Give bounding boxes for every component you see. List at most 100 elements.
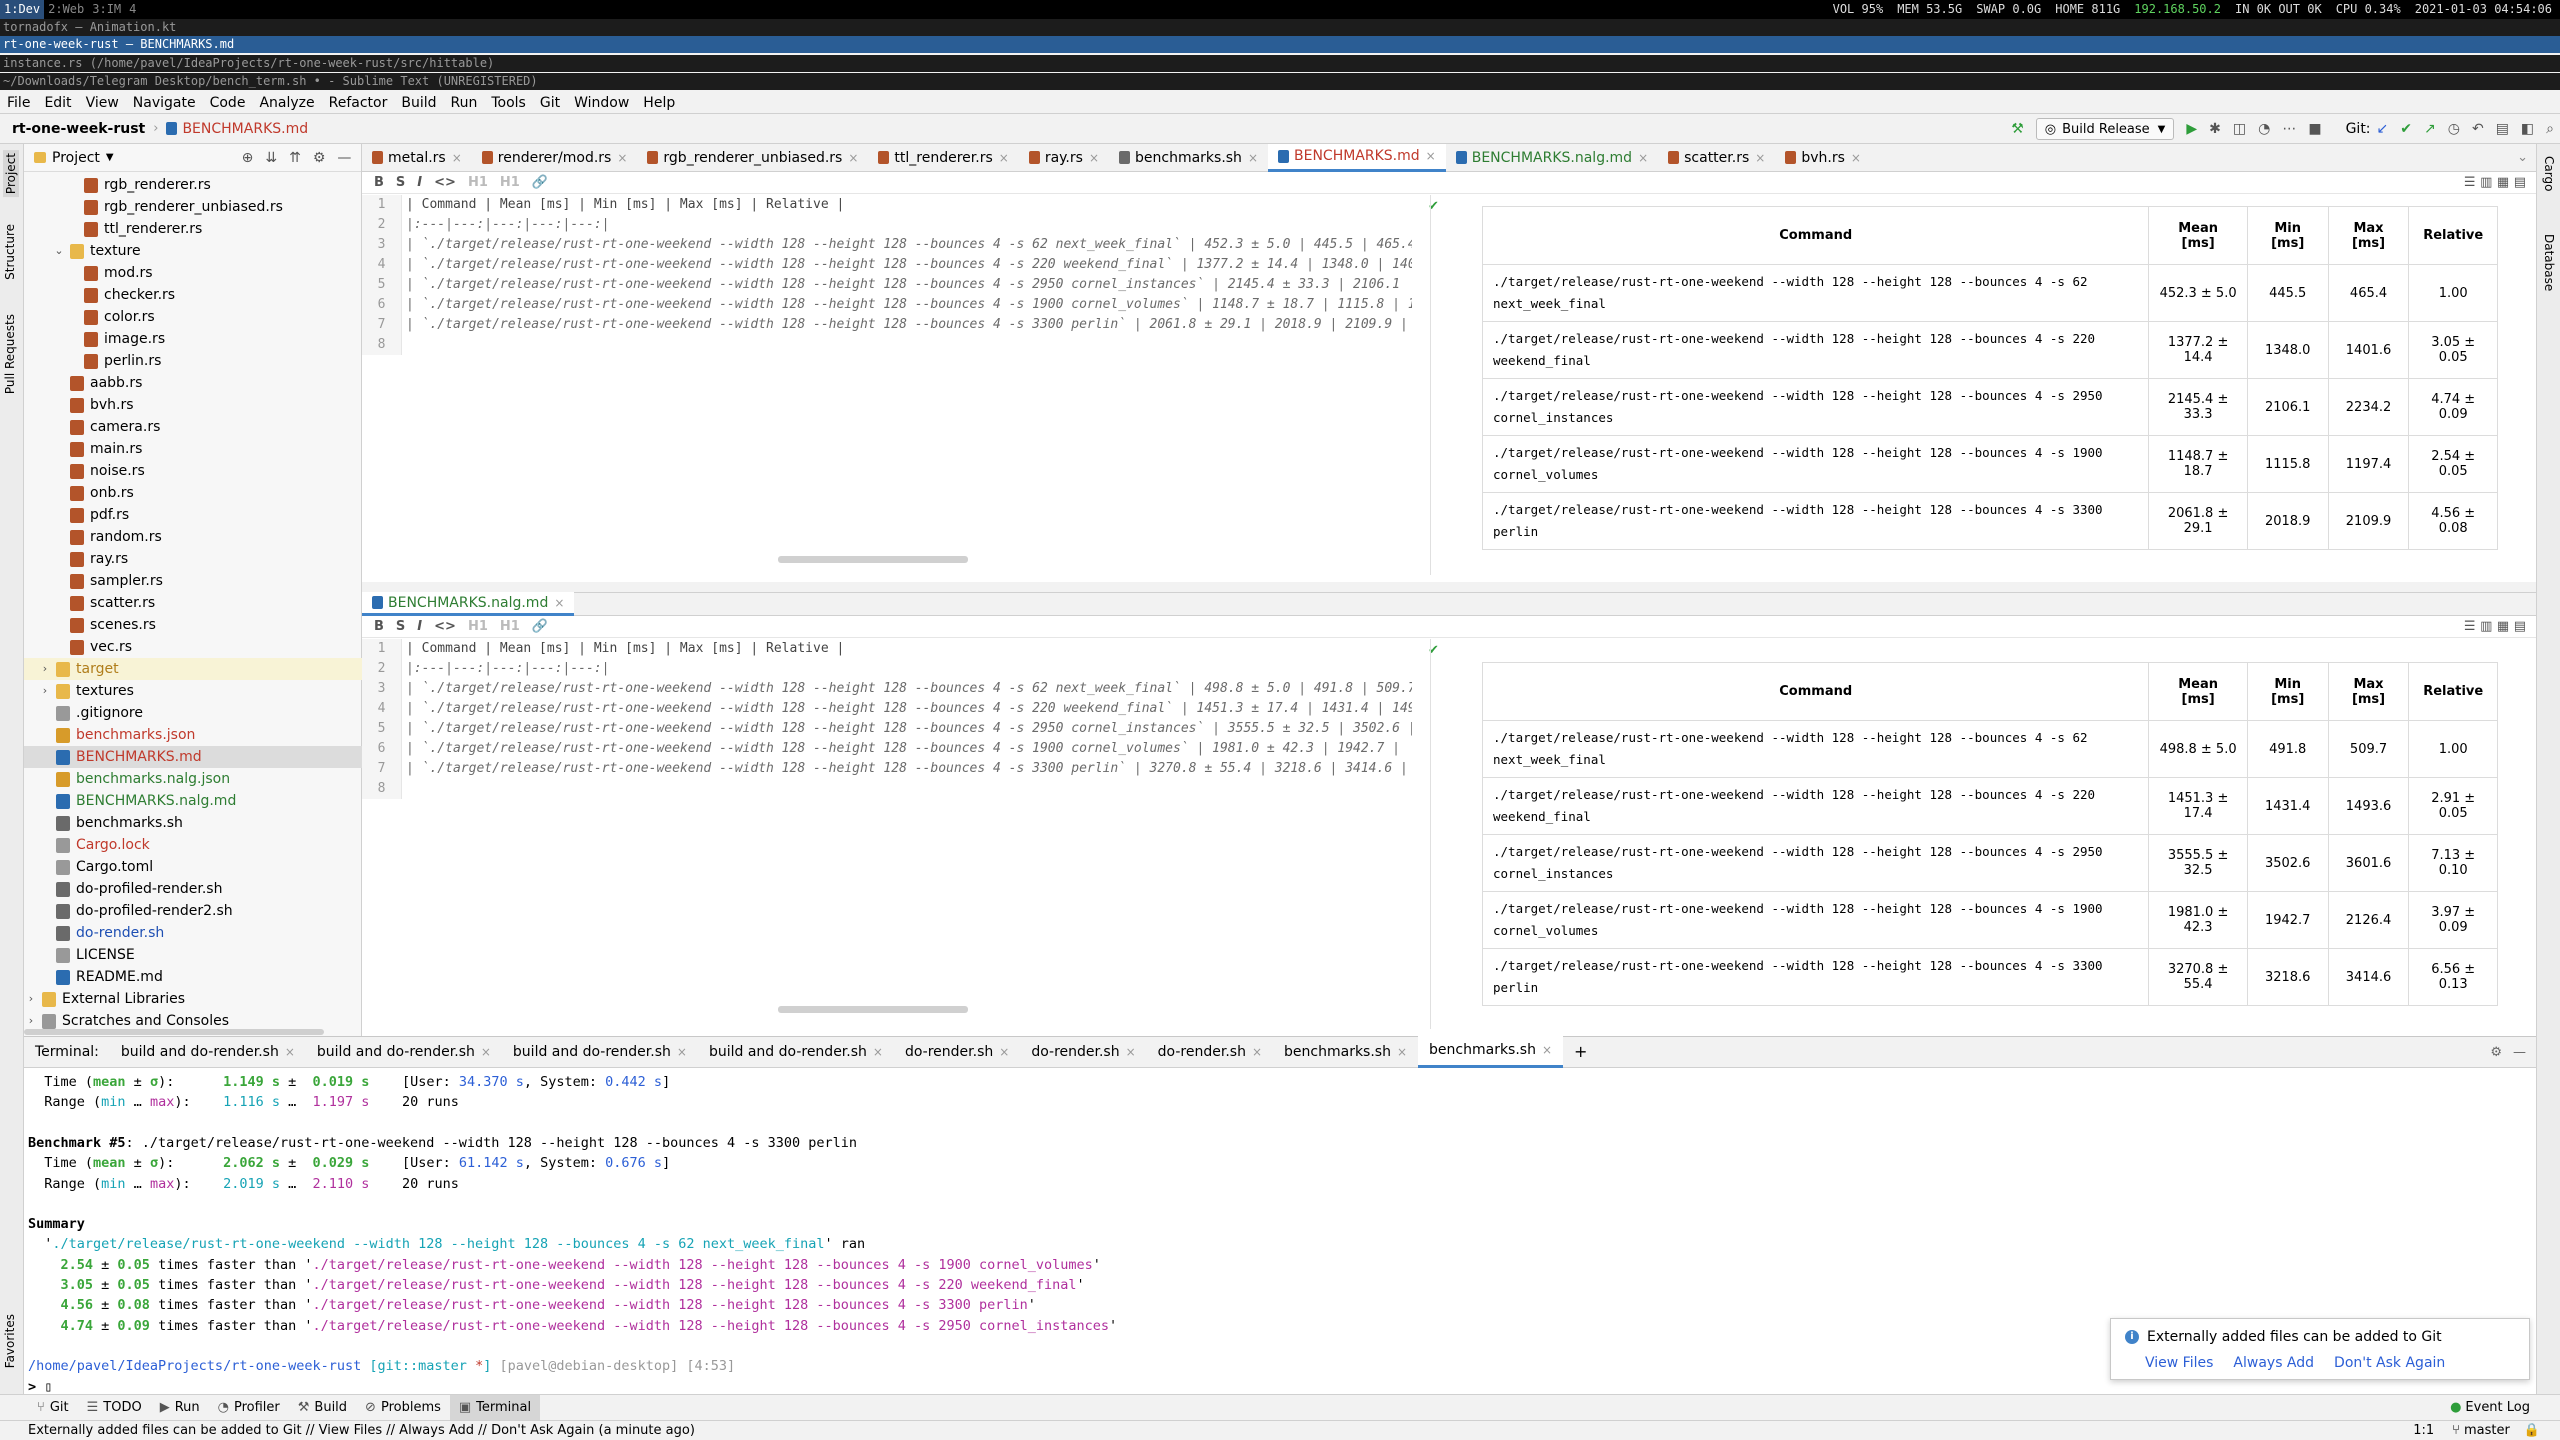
tree-item[interactable]: .gitignore (24, 702, 362, 724)
close-icon[interactable]: × (481, 1045, 491, 1059)
close-icon[interactable]: × (1542, 1043, 1552, 1057)
bold-button[interactable]: B (374, 175, 384, 190)
editor1-horizontal-scrollbar[interactable] (778, 556, 968, 563)
heading-decrease-button[interactable]: H1 (500, 175, 520, 190)
terminal-tab[interactable]: do-render.sh × (894, 1036, 1020, 1068)
close-icon[interactable]: × (285, 1045, 295, 1059)
editor-tab[interactable]: renderer/mod.rs × (472, 144, 638, 172)
tool-window-profiler[interactable]: ◔ Profiler (209, 1395, 289, 1421)
breadcrumb-file[interactable]: BENCHMARKS.md (182, 121, 308, 137)
hide-icon[interactable]: — (337, 150, 351, 166)
bold-button[interactable]: B (374, 619, 384, 634)
git-branch[interactable]: master (2464, 1421, 2510, 1440)
run-icon[interactable]: ▶ (2186, 121, 2197, 137)
lock-icon[interactable]: 🔒 (2524, 1421, 2540, 1440)
close-icon[interactable]: × (1089, 144, 1099, 172)
tree-item[interactable]: rgb_renderer.rs (24, 174, 362, 196)
heading-increase-button[interactable]: H1 (468, 175, 488, 190)
tree-item[interactable]: README.md (24, 966, 362, 988)
event-log-button[interactable]: Event Log (2465, 1400, 2530, 1415)
tool-window-todo[interactable]: ☰ TODO (78, 1395, 151, 1421)
run-config-select[interactable]: ◎ Build Release ▼ (2035, 118, 2175, 140)
debug-icon[interactable]: ✱ (2209, 121, 2221, 137)
tool-tab-project[interactable]: Project (3, 150, 19, 198)
link-button[interactable]: 🔗 (532, 619, 548, 634)
terminal-tab[interactable]: build and do-render.sh × (306, 1036, 502, 1068)
menu-build[interactable]: Build (394, 92, 443, 114)
close-icon[interactable]: × (873, 1045, 883, 1059)
tree-item[interactable]: main.rs (24, 438, 362, 460)
menu-help[interactable]: Help (636, 92, 682, 114)
close-icon[interactable]: × (1638, 144, 1648, 172)
terminal-tab[interactable]: benchmarks.sh × (1273, 1036, 1418, 1068)
tree-item[interactable]: benchmarks.nalg.json (24, 768, 362, 790)
editor-tab[interactable]: BENCHMARKS.md × (1268, 143, 1446, 172)
editor-tab[interactable]: bvh.rs × (1775, 144, 1871, 172)
git-push-icon[interactable]: ↗ (2424, 121, 2436, 137)
dont-ask-again-link[interactable]: Don't Ask Again (2334, 1355, 2445, 1371)
menu-analyze[interactable]: Analyze (252, 92, 321, 114)
tree-arrow-icon[interactable]: ⌄ (52, 240, 66, 262)
tree-arrow-icon[interactable]: › (38, 658, 52, 680)
terminal-tab[interactable]: do-render.sh × (1020, 1036, 1146, 1068)
menu-code[interactable]: Code (203, 92, 253, 114)
tree-item[interactable]: bvh.rs (24, 394, 362, 416)
close-icon[interactable]: × (554, 591, 564, 615)
split-divider[interactable] (1430, 639, 1431, 1029)
editor-tab[interactable]: rgb_renderer_unbiased.rs × (637, 144, 868, 172)
gear-icon[interactable]: ⚙ (313, 150, 326, 166)
tree-item[interactable]: onb.rs (24, 482, 362, 504)
cursor-position[interactable]: 1:1 (2413, 1421, 2434, 1440)
tree-item[interactable]: benchmarks.json (24, 724, 362, 746)
tree-item[interactable]: Cargo.toml (24, 856, 362, 878)
close-icon[interactable]: × (677, 1045, 687, 1059)
tool-window-git[interactable]: ⑂ Git (28, 1395, 78, 1421)
terminal-tab[interactable]: build and do-render.sh × (698, 1036, 894, 1068)
italic-button[interactable]: I (417, 175, 422, 190)
code-button[interactable]: <> (434, 619, 456, 634)
tool-window-run[interactable]: ▶ Run (151, 1395, 209, 1421)
tree-item[interactable]: do-profiled-render.sh (24, 878, 362, 900)
tree-item[interactable]: ray.rs (24, 548, 362, 570)
chevron-down-icon[interactable]: ▼ (106, 152, 114, 163)
menu-refactor[interactable]: Refactor (322, 92, 395, 114)
always-add-link[interactable]: Always Add (2233, 1355, 2314, 1371)
tree-item[interactable]: checker.rs (24, 284, 362, 306)
terminal-tab[interactable]: build and do-render.sh × (502, 1036, 698, 1068)
terminal-tab[interactable]: benchmarks.sh × (1418, 1036, 1564, 1068)
close-icon[interactable]: × (1755, 144, 1765, 172)
tool-tab-pull-requests[interactable]: Pull Requests (3, 314, 17, 394)
strikethrough-button[interactable]: S (396, 619, 405, 634)
menu-edit[interactable]: Edit (37, 92, 78, 114)
editor2-horizontal-scrollbar[interactable] (778, 1006, 968, 1013)
tool-window-build[interactable]: ⚒ Build (289, 1395, 356, 1421)
search-icon[interactable]: ⌕ (2546, 121, 2554, 137)
terminal-tab[interactable]: build and do-render.sh × (110, 1036, 306, 1068)
project-panel-title[interactable]: Project (52, 150, 100, 166)
menu-file[interactable]: File (0, 92, 37, 114)
menu-git[interactable]: Git (533, 92, 567, 114)
tree-item[interactable]: › textures (24, 680, 362, 702)
expand-all-icon[interactable]: ⇊ (265, 150, 277, 166)
close-icon[interactable]: × (999, 1045, 1009, 1059)
code-editor-1[interactable]: 1 | Command | Mean [ms] | Min [ms] | Max … (362, 195, 1412, 573)
view-mode-icons[interactable]: ☰ ▥ ▦ ▤ (2464, 175, 2526, 190)
menu-window[interactable]: Window (567, 92, 636, 114)
tree-item[interactable]: benchmarks.sh (24, 812, 362, 834)
more-run-icon[interactable]: ⋯ (2282, 121, 2296, 137)
git-commit-icon[interactable]: ✔ (2400, 121, 2412, 137)
tree-item[interactable]: › target (24, 658, 362, 680)
tree-item[interactable]: vec.rs (24, 636, 362, 658)
tool-tab-favorites[interactable]: Favorites (3, 1314, 17, 1368)
terminal-tab[interactable]: do-render.sh × (1147, 1036, 1273, 1068)
git-history-icon[interactable]: ◷ (2448, 121, 2460, 137)
tree-item[interactable]: noise.rs (24, 460, 362, 482)
editor-tab[interactable]: scatter.rs × (1658, 144, 1775, 172)
heading-increase-button[interactable]: H1 (468, 619, 488, 634)
collapse-all-icon[interactable]: ⇈ (289, 150, 301, 166)
tree-item[interactable]: › External Libraries (24, 988, 362, 1010)
tree-item[interactable]: LICENSE (24, 944, 362, 966)
profile-icon[interactable]: ◔ (2258, 121, 2270, 137)
editor-tab[interactable]: metal.rs × (362, 144, 472, 172)
strikethrough-button[interactable]: S (396, 175, 405, 190)
